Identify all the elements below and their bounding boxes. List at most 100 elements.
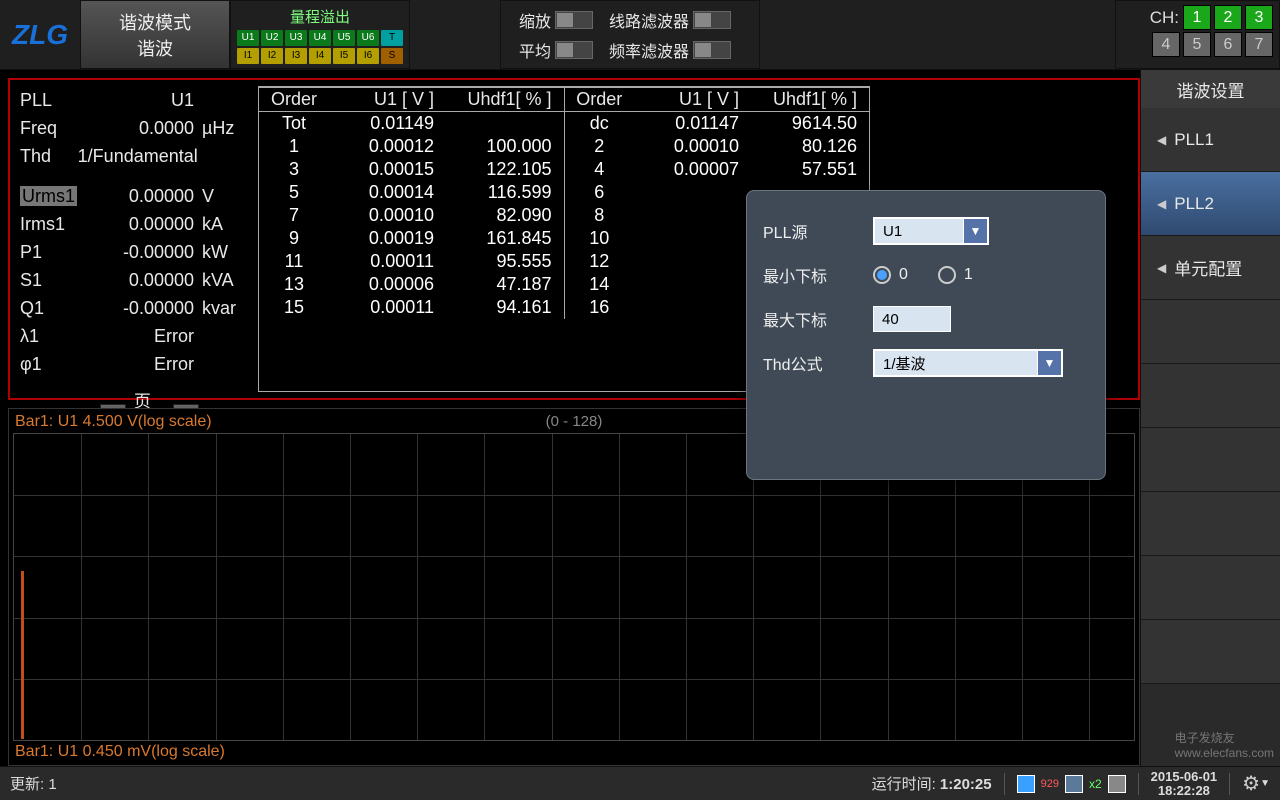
range-chip: I6 xyxy=(357,48,379,64)
range-chip: I2 xyxy=(261,48,283,64)
filter-toggle-panel: 缩放 线路滤波器 平均 频率滤波器 xyxy=(500,0,760,69)
watermark: 电子发烧友www.elecfans.com xyxy=(1175,729,1274,760)
sidebar-item-empty xyxy=(1141,300,1280,364)
channel-button[interactable]: 1 xyxy=(1183,5,1211,30)
meas-unit xyxy=(194,86,240,114)
sidebar-item-label: 单元配置 xyxy=(1174,255,1242,280)
table-header: Order xyxy=(564,88,634,112)
sidebar-item[interactable]: ◀PLL1 xyxy=(1141,108,1280,172)
table-header: Order xyxy=(259,88,329,112)
range-chip: U4 xyxy=(309,30,331,46)
table-header: U1 [ V ] xyxy=(634,88,749,112)
table-header: U1 [ V ] xyxy=(329,88,444,112)
meas-key: φ1 xyxy=(20,350,84,378)
min-idx-radio-0[interactable]: 0 xyxy=(873,266,908,284)
sidebar-item-empty xyxy=(1141,492,1280,556)
sidebar-item[interactable]: ◀ PLL2 xyxy=(1141,172,1280,236)
meas-unit: kVA xyxy=(194,266,240,294)
range-chip: U3 xyxy=(285,30,307,46)
zoom-label: 缩放 xyxy=(511,8,551,32)
meas-value: Error xyxy=(84,322,194,350)
min-idx-radio-1[interactable]: 1 xyxy=(938,266,973,284)
meas-value: Error xyxy=(84,350,194,378)
meas-unit: V xyxy=(194,182,240,210)
meas-unit xyxy=(194,322,240,350)
sidebar: 谐波设置 ◀PLL1◀PLL2◀单元配置 xyxy=(1140,70,1280,766)
pll-src-label: PLL源 xyxy=(763,219,873,243)
range-chip: I4 xyxy=(309,48,331,64)
thd-combo[interactable]: 1/基波 ▼ xyxy=(873,349,1063,377)
meas-value: 1/Fundamental xyxy=(78,142,198,170)
gear-icon[interactable]: ⚙ xyxy=(1242,771,1260,796)
channel-button[interactable]: 7 xyxy=(1245,32,1273,57)
table-header: Uhdf1[ % ] xyxy=(444,88,564,112)
radio-label: 1 xyxy=(964,266,973,284)
meas-unit: µHz xyxy=(194,114,240,142)
pll-src-value: U1 xyxy=(875,223,963,240)
brand-logo: ZLG xyxy=(0,0,80,69)
table-row: 30.00015122.10540.0000757.551 xyxy=(259,158,869,181)
channel-button[interactable]: 4 xyxy=(1152,32,1180,57)
status-date: 2015-06-01 xyxy=(1151,770,1218,784)
range-chip: U2 xyxy=(261,30,283,46)
avg-label: 平均 xyxy=(511,38,551,62)
triangle-left-icon: ◀ xyxy=(1157,133,1166,147)
triangle-left-icon: ◀ xyxy=(1157,197,1166,211)
max-idx-label: 最大下标 xyxy=(763,307,873,331)
sidebar-item-label: PLL2 xyxy=(1174,194,1214,214)
x2-label: x2 xyxy=(1089,777,1102,791)
freq-filter-toggle[interactable] xyxy=(693,41,731,59)
meas-unit xyxy=(194,350,240,378)
range-chip: I3 xyxy=(285,48,307,64)
mode-button[interactable]: 谐波模式 谐波 xyxy=(80,0,230,69)
channel-button[interactable]: 5 xyxy=(1183,32,1211,57)
meas-unit xyxy=(198,142,240,170)
bar-range-label: (0 - 128) xyxy=(546,413,603,430)
range-chip: I5 xyxy=(333,48,355,64)
runtime-label: 运行时间: xyxy=(872,776,936,793)
channel-button[interactable]: 3 xyxy=(1245,5,1273,30)
chevron-down-icon[interactable]: ▼ xyxy=(963,219,987,243)
radio-icon xyxy=(873,266,891,284)
status-num: 929 xyxy=(1041,778,1059,790)
meas-key: P1 xyxy=(20,238,84,266)
min-idx-label: 最小下标 xyxy=(763,263,873,287)
meas-value: -0.00000 xyxy=(84,238,194,266)
status-bar: 更新: 1 运行时间: 1:20:25 929 x2 2015-06-01 18… xyxy=(0,766,1280,800)
meas-value: 0.00000 xyxy=(84,182,194,210)
meas-key: Thd xyxy=(20,142,78,170)
disk-icon[interactable] xyxy=(1065,775,1083,793)
range-chip: U6 xyxy=(357,30,379,46)
chevron-down-icon[interactable]: ▼ xyxy=(1037,351,1061,375)
sidebar-item[interactable]: ◀单元配置 xyxy=(1141,236,1280,300)
range-chip: T xyxy=(381,30,403,46)
bar-top-label: Bar1: U1 4.500 V(log scale) xyxy=(15,413,212,431)
zoom-toggle[interactable] xyxy=(555,11,593,29)
meas-value: U1 xyxy=(84,86,194,114)
meas-value: -0.00000 xyxy=(84,294,194,322)
update-value: 1 xyxy=(48,776,56,793)
pll-src-combo[interactable]: U1 ▼ xyxy=(873,217,989,245)
meas-value: 0.0000 xyxy=(84,114,194,142)
meas-key: S1 xyxy=(20,266,84,294)
freq-filter-label: 频率滤波器 xyxy=(609,38,689,62)
max-idx-field[interactable]: 40 xyxy=(873,306,951,332)
runtime-value: 1:20:25 xyxy=(940,776,992,793)
table-row: Tot0.01149dc0.011479614.50 xyxy=(259,112,869,136)
meas-key: PLL xyxy=(20,86,84,114)
channel-button[interactable]: 6 xyxy=(1214,32,1242,57)
radio-label: 0 xyxy=(899,266,908,284)
ch-label: CH: xyxy=(1150,8,1179,28)
bar-bottom-label: Bar1: U1 0.450 mV(log scale) xyxy=(15,743,225,761)
monitor-icon[interactable] xyxy=(1017,775,1035,793)
avg-toggle[interactable] xyxy=(555,41,593,59)
thd-value: 1/基波 xyxy=(875,353,1037,374)
range-chip: I1 xyxy=(237,48,259,64)
sidebar-item-empty xyxy=(1141,556,1280,620)
hdd-icon[interactable] xyxy=(1108,775,1126,793)
range-chip: S xyxy=(381,48,403,64)
pll2-popup: PLL源 U1 ▼ 最小下标 0 1 xyxy=(746,190,1106,480)
channel-button[interactable]: 2 xyxy=(1214,5,1242,30)
meas-key: Urms1 xyxy=(20,182,84,210)
line-filter-toggle[interactable] xyxy=(693,11,731,29)
